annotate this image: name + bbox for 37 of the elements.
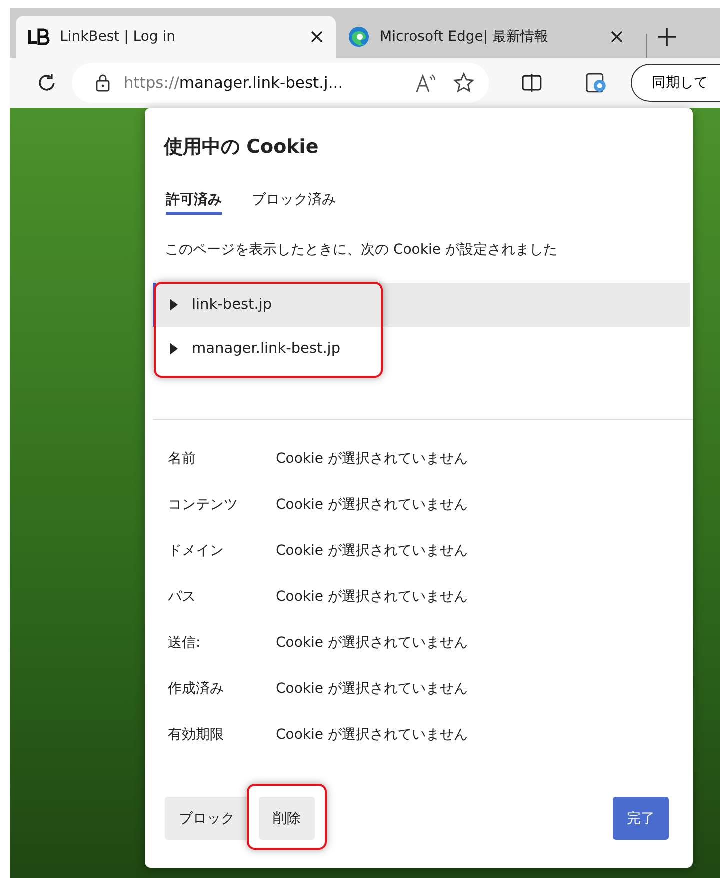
lock-icon <box>96 74 110 92</box>
detail-label: 作成済み <box>168 680 225 698</box>
detail-value: Cookie が選択されていません <box>276 450 468 468</box>
detail-value: Cookie が選択されていません <box>276 726 468 744</box>
browser-tab[interactable]: LinkBest | Log in <box>16 16 336 58</box>
detail-value: Cookie が選択されていません <box>276 680 468 698</box>
site-logo-icon <box>28 28 50 46</box>
dialog-title: 使用中の Cookie <box>162 135 320 160</box>
detail-label: 有効期限 <box>168 726 225 744</box>
detail-value: Cookie が選択されていません <box>276 634 468 652</box>
cookie-domain-row[interactable]: link-best.jp <box>153 283 690 327</box>
detail-label: 送信: <box>168 634 202 652</box>
detail-label: パス <box>168 588 197 606</box>
dialog-tab[interactable]: 許可済み <box>166 191 222 215</box>
detail-label: コンテンツ <box>168 496 239 514</box>
expand-triangle-icon[interactable] <box>170 299 178 311</box>
detail-value: Cookie が選択されていません <box>276 496 468 514</box>
browser-logo-icon <box>348 26 370 48</box>
detail-label: 名前 <box>168 450 197 468</box>
done-button[interactable]: 完了 <box>613 797 669 840</box>
new-tab-icon[interactable] <box>657 27 677 47</box>
cookie-domain-row[interactable]: manager.link-best.jp <box>153 327 690 371</box>
dialog-button[interactable]: 削除 <box>259 797 315 840</box>
close-icon[interactable] <box>610 30 624 44</box>
dialog-button[interactable]: ブロック <box>165 797 249 840</box>
sync-button[interactable]: 同期して <box>631 64 720 102</box>
star-icon[interactable] <box>453 72 476 94</box>
browser-tab[interactable]: Microsoft Edge| 最新情報 <box>336 16 636 58</box>
address-bar[interactable]: https://manager.link-best.j... <box>72 63 490 103</box>
split-screen-icon[interactable] <box>521 73 544 93</box>
detail-value: Cookie が選択されていません <box>276 588 468 606</box>
dialog-tab[interactable]: ブロック済み <box>252 191 336 215</box>
close-icon[interactable] <box>310 30 324 44</box>
dialog-description: このページを表示したときに、次の Cookie が設定されました <box>164 241 558 259</box>
detail-label: ドメイン <box>168 542 225 560</box>
expand-triangle-icon[interactable] <box>170 343 178 355</box>
detail-value: Cookie が選択されていません <box>276 542 468 560</box>
